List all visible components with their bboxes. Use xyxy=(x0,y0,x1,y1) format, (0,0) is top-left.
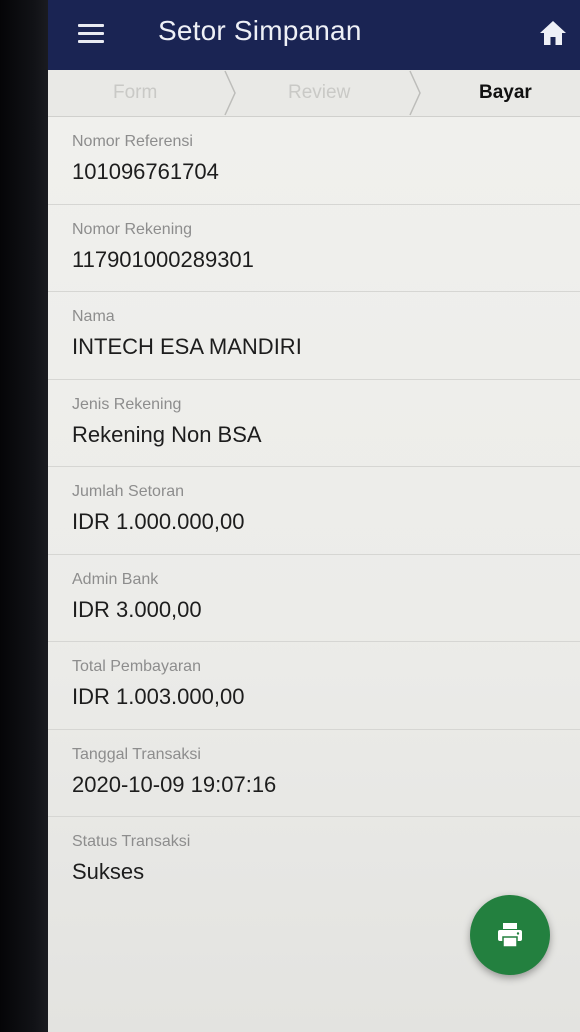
field-label: Total Pembayaran xyxy=(72,658,201,675)
field-tanggal-transaksi: Tanggal Transaksi 2020-10-09 19:07:16 xyxy=(48,730,580,817)
step-bayar[interactable]: Bayar xyxy=(479,82,532,104)
field-label: Nomor Rekening xyxy=(72,220,193,238)
step-indicator: Form Review Bayar xyxy=(48,70,580,117)
step-chevron-icon xyxy=(409,70,421,116)
page-title: Setor Simpanan xyxy=(158,15,362,46)
field-label: Status Transaksi xyxy=(72,833,191,850)
field-label: Tanggal Transaksi xyxy=(72,745,201,763)
menu-bar xyxy=(78,32,104,35)
step-chevron-icon xyxy=(224,70,236,116)
field-label: Admin Bank xyxy=(72,570,159,588)
step-form[interactable]: Form xyxy=(113,82,157,104)
print-icon xyxy=(498,923,522,948)
field-value: 2020-10-09 19:07:16 xyxy=(72,771,277,797)
status-value: Sukses xyxy=(72,859,145,884)
menu-bar xyxy=(78,24,104,27)
field-value: Rekening Non BSA xyxy=(72,421,262,447)
device-bezel xyxy=(0,0,48,1032)
field-value: IDR 1.000.000,00 xyxy=(72,509,245,534)
field-jenis-rekening: Jenis Rekening Rekening Non BSA xyxy=(48,380,580,467)
field-jumlah-setoran: Jumlah Setoran IDR 1.000.000,00 xyxy=(48,467,580,555)
field-value: IDR 3.000,00 xyxy=(72,596,202,622)
field-value: 101096761704 xyxy=(72,159,219,184)
transaction-details: Nomor Referensi 101096761704 Nomor Reken… xyxy=(48,117,580,905)
field-nomor-rekening: Nomor Rekening 117901000289301 xyxy=(48,205,580,292)
app-screen: Setor Simpanan Form Review Bayar Nomor R… xyxy=(48,0,580,1032)
field-label: Nomor Referensi xyxy=(72,133,193,150)
hamburger-menu-icon[interactable] xyxy=(76,19,106,49)
menu-bar xyxy=(78,40,104,43)
step-review[interactable]: Review xyxy=(288,82,350,104)
field-total-pembayaran: Total Pembayaran IDR 1.003.000,00 xyxy=(48,642,580,730)
field-label: Jenis Rekening xyxy=(72,395,182,413)
field-nomor-referensi: Nomor Referensi 101096761704 xyxy=(48,117,580,205)
field-value: 117901000289301 xyxy=(72,246,254,272)
field-label: Jumlah Setoran xyxy=(72,483,185,500)
field-status-transaksi: Status Transaksi Sukses xyxy=(48,817,580,905)
field-value: INTECH ESA MANDIRI xyxy=(72,334,302,359)
field-label: Nama xyxy=(72,308,115,325)
field-nama: Nama INTECH ESA MANDIRI xyxy=(48,292,580,380)
home-icon[interactable] xyxy=(538,18,568,48)
app-bar: Setor Simpanan xyxy=(48,0,580,70)
field-value: IDR 1.003.000,00 xyxy=(72,684,245,709)
print-button[interactable] xyxy=(470,895,550,975)
field-admin-bank: Admin Bank IDR 3.000,00 xyxy=(48,555,580,642)
